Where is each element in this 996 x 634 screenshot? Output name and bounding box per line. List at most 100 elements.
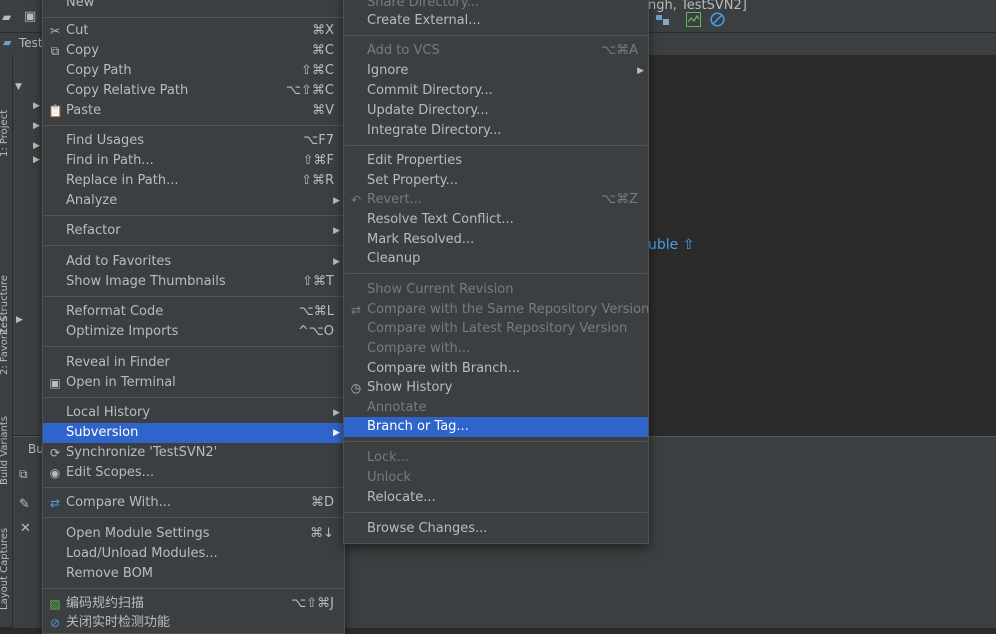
- collapse-arrow-icon[interactable]: ▶: [33, 121, 40, 131]
- menu-separator: [345, 35, 647, 36]
- menu-item-label: Lock...: [367, 450, 410, 465]
- menu-item-remove-bom[interactable]: Remove BOM: [43, 564, 344, 584]
- restore-layout-icon[interactable]: ⧉: [19, 467, 28, 482]
- menu-item-browse-changes[interactable]: Browse Changes...: [344, 519, 648, 539]
- favorites-tool-tab[interactable]: 2: Favorites: [0, 317, 10, 375]
- menu-item-copy-relative-path[interactable]: Copy Relative Path ⌥⇧⌘C: [43, 81, 344, 101]
- menu-item-copy-path[interactable]: Copy Path ⇧⌘C: [43, 61, 344, 81]
- project-tab-title[interactable]: Test: [19, 36, 43, 50]
- menu-item-subversion[interactable]: Subversion ▶: [43, 423, 344, 443]
- expand-arrow-icon[interactable]: ▼: [15, 82, 22, 92]
- project-folder-icon: ▰: [3, 36, 12, 49]
- menu-item-label: 关闭实时检测功能: [66, 615, 171, 630]
- menu-item-revert[interactable]: ↶ Revert... ⌥⌘Z: [344, 190, 648, 210]
- menu-item-label: Browse Changes...: [367, 521, 488, 536]
- open-folder-icon[interactable]: ▰: [2, 10, 11, 24]
- sync-icon: ⟳: [49, 446, 61, 460]
- menu-item-shortcut: ⌘↓: [310, 526, 334, 541]
- menu-item-resolve-text-conflict[interactable]: Resolve Text Conflict...: [344, 210, 648, 230]
- menu-item-compare-latest-repo[interactable]: Compare with Latest Repository Version: [344, 319, 648, 339]
- menu-item-compare-same-repo[interactable]: ⇄ Compare with the Same Repository Versi…: [344, 300, 649, 320]
- menu-item-close-realtime-check[interactable]: ⊘ 关闭实时检测功能: [43, 613, 344, 633]
- menu-item-show-current-revision[interactable]: Show Current Revision: [344, 280, 648, 300]
- menu-item-label: Ignore: [367, 63, 409, 78]
- menu-item-optimize-imports[interactable]: Optimize Imports ^⌥O: [43, 322, 344, 342]
- menu-item-label: Synchronize 'TestSVN2': [66, 445, 218, 460]
- menu-item-label: Optimize Imports: [66, 324, 179, 339]
- menu-item-paste[interactable]: 📋 Paste ⌘V: [43, 101, 344, 121]
- project-tool-tab[interactable]: 1: Project: [0, 110, 10, 157]
- menu-item-label: Find in Path...: [66, 153, 154, 168]
- menu-item-add-to-vcs[interactable]: Add to VCS ⌥⌘A: [344, 41, 648, 61]
- menu-item-lock[interactable]: Lock...: [344, 448, 648, 468]
- menu-item-open-module-settings[interactable]: Open Module Settings ⌘↓: [43, 524, 344, 544]
- menu-item-create-external[interactable]: Create External...: [344, 11, 648, 31]
- menu-item-compare-with-branch[interactable]: Compare with Branch...: [344, 359, 648, 379]
- menu-item-find-usages[interactable]: Find Usages ⌥F7: [43, 131, 344, 151]
- menu-item-find-in-path[interactable]: Find in Path... ⇧⌘F: [43, 151, 344, 171]
- clock-icon: ◷: [350, 381, 362, 395]
- disable-check-icon[interactable]: [710, 12, 725, 27]
- project-tree-panel: ▼ ▶ ▶ ▶ ▶ ▶: [13, 55, 43, 435]
- menu-item-copy[interactable]: ⧉ Copy ⌘C: [43, 41, 344, 61]
- menu-item-cleanup[interactable]: Cleanup: [344, 249, 648, 269]
- collapse-arrow-icon[interactable]: ▶: [33, 155, 40, 165]
- menu-item-show-history[interactable]: ◷ Show History: [344, 378, 648, 398]
- menu-item-unlock[interactable]: Unlock: [344, 468, 648, 488]
- menu-item-label: Paste: [66, 103, 102, 118]
- menu-item-shortcut: ⇧⌘F: [302, 153, 334, 168]
- menu-item-add-to-favorites[interactable]: Add to Favorites ▶: [43, 252, 344, 272]
- menu-item-open-in-terminal[interactable]: ▣ Open in Terminal: [43, 373, 344, 393]
- submenu-arrow-icon: ▶: [333, 196, 340, 206]
- layout-captures-tool-tab[interactable]: Layout Captures: [0, 528, 10, 610]
- menu-item-new[interactable]: New: [43, 0, 344, 13]
- menu-item-ignore[interactable]: Ignore ▶: [344, 61, 648, 81]
- build-variants-tool-tab[interactable]: Build Variants: [0, 416, 10, 485]
- menu-item-label: Local History: [66, 405, 151, 420]
- menu-item-edit-properties[interactable]: Edit Properties: [344, 151, 648, 171]
- menu-item-update-directory[interactable]: Update Directory...: [344, 101, 648, 121]
- collapse-arrow-icon[interactable]: ▶: [33, 101, 40, 111]
- menu-item-refactor[interactable]: Refactor ▶: [43, 221, 344, 241]
- menu-item-compare-with-svn[interactable]: Compare with...: [344, 339, 648, 359]
- menu-item-label: Commit Directory...: [367, 83, 493, 98]
- save-icon[interactable]: ▣: [24, 9, 36, 24]
- menu-item-local-history[interactable]: Local History ▶: [43, 403, 344, 423]
- menu-item-mark-resolved[interactable]: Mark Resolved...: [344, 230, 648, 250]
- menu-item-replace-in-path[interactable]: Replace in Path... ⇧⌘R: [43, 171, 344, 191]
- menu-item-set-property[interactable]: Set Property...: [344, 171, 648, 191]
- menu-item-label: Revert...: [367, 192, 422, 207]
- menu-item-label: Remove BOM: [66, 566, 154, 581]
- menu-item-label: Reformat Code: [66, 304, 164, 319]
- collapse-arrow-icon[interactable]: ▶: [33, 141, 40, 151]
- menu-item-cut[interactable]: ✂ Cut ⌘X: [43, 21, 344, 41]
- menu-item-shortcut: ⌥⌘A: [601, 43, 638, 58]
- menu-item-relocate[interactable]: Relocate...: [344, 488, 648, 508]
- left-tool-window-bar: 1: Project Z: Structure 2: Favorites Bui…: [0, 55, 13, 627]
- menu-item-load-unload-modules[interactable]: Load/Unload Modules...: [43, 544, 344, 564]
- menu-item-label: Cut: [66, 23, 89, 38]
- menu-item-commit-directory[interactable]: Commit Directory...: [344, 81, 648, 101]
- menu-item-annotate[interactable]: Annotate: [344, 398, 648, 418]
- subversion-submenu: Share Directory... Create External... Ad…: [343, 0, 649, 544]
- scope-icon: ◉: [49, 466, 61, 480]
- menu-item-code-scan[interactable]: ▨ 编码规约扫描 ⌥⇧⌘J: [43, 594, 344, 614]
- activity-monitor-icon[interactable]: [686, 12, 701, 27]
- menu-item-edit-scopes[interactable]: ◉ Edit Scopes...: [43, 463, 344, 483]
- menu-item-synchronize[interactable]: ⟳ Synchronize 'TestSVN2': [43, 443, 344, 463]
- close-icon[interactable]: ✕: [20, 521, 31, 536]
- pin-icon[interactable]: ✎: [19, 497, 30, 512]
- copy-icon: ⧉: [50, 44, 60, 58]
- menu-item-analyze[interactable]: Analyze ▶: [43, 191, 344, 211]
- menu-item-integrate-directory[interactable]: Integrate Directory...: [344, 121, 648, 141]
- menu-item-reveal-in-finder[interactable]: Reveal in Finder: [43, 353, 344, 373]
- menu-item-compare-with[interactable]: ⇄ Compare With... ⌘D: [43, 493, 344, 513]
- menu-item-show-image-thumbnails[interactable]: Show Image Thumbnails ⇧⌘T: [43, 272, 344, 292]
- menu-separator: [44, 397, 343, 398]
- menu-item-branch-or-tag[interactable]: Branch or Tag...: [344, 417, 648, 437]
- menu-item-reformat-code[interactable]: Reformat Code ⌥⌘L: [43, 302, 344, 322]
- collapse-arrow-icon[interactable]: ▶: [16, 315, 23, 325]
- submenu-arrow-icon: ▶: [333, 428, 340, 438]
- structure-icon[interactable]: [655, 12, 670, 27]
- menu-item-label: Cleanup: [367, 251, 421, 266]
